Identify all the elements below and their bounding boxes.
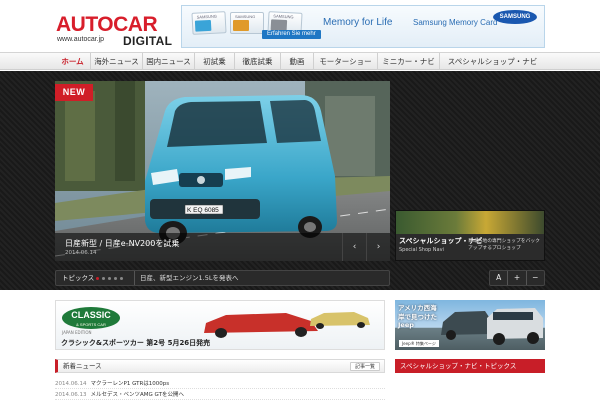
nav-item-road-test[interactable]: 徹底試乗 (235, 53, 281, 70)
slide-prev-button[interactable]: ‹ (342, 233, 366, 261)
jeep-ad-badge: Jeep® 特集ページ (399, 340, 439, 347)
hero-title[interactable]: 日産新型 / 日産e-NV200を試乗 (65, 238, 179, 249)
news-section-title: 新着ニュース (63, 362, 102, 370)
font-decrease-button[interactable]: − (527, 271, 544, 285)
news-section-header: 新着ニュース 記事一覧 (55, 359, 385, 373)
classic-ad-text: クラシック&スポーツカー 第2号 5月26日発売 (61, 339, 211, 347)
special-shop-promo[interactable]: スペシャルショップ・ナビ Special Shop Navi 日本各地の専門ショ… (395, 210, 545, 261)
nav-item-home[interactable]: ホーム (55, 53, 91, 70)
main-nav: ホーム 海外ニュース 国内ニュース 初試乗 徹底試乗 動画 モーターショー ミニ… (0, 52, 600, 70)
nav-item-minicar-navi[interactable]: ミニカー・ナビ (378, 53, 440, 70)
font-reset-button[interactable]: A (490, 271, 509, 285)
site-header: AUTOCAR www.autocar.jp DIGITAL SAMSUNG S… (0, 0, 600, 52)
hero-date: 2014.06.14 (65, 250, 97, 256)
banner-cta-button[interactable]: Erfahren Sie mehr (262, 30, 321, 39)
memory-card-brand: SAMSUNG (235, 14, 256, 19)
banner-headline: Memory for Life (323, 17, 393, 28)
new-badge: NEW (55, 84, 93, 101)
featured-stage: K EQ 6085 NEW 日産新型 / 日産e-NV200を試乗 2014.0… (0, 71, 600, 290)
shop-photo (396, 211, 544, 234)
nav-item-motor-show[interactable]: モーターショー (314, 53, 378, 70)
classic-sportscar-ad[interactable]: CLASSIC & SPORTS CAR JAPAN EDITION クラシック… (55, 300, 385, 350)
license-plate: K EQ 6085 (187, 207, 219, 214)
jeep-ad[interactable]: アメリカ西海岸で見つけたJeep Jeep® 特集ページ (395, 300, 545, 350)
hero-slide[interactable]: K EQ 6085 NEW 日産新型 / 日産e-NV200を試乗 2014.0… (55, 81, 390, 261)
classic-logo-sub: & SPORTS CAR (76, 322, 106, 327)
logo-edition: DIGITAL (123, 34, 173, 48)
logo-wordmark: AUTOCAR (56, 13, 158, 36)
classic-logo: CLASSIC & SPORTS CAR (62, 307, 120, 329)
news-row[interactable]: 2014.06.13 メルセデス・ベンツAMG GTを公開へ (55, 390, 385, 400)
banner-subline: Samsung Memory Card (413, 18, 498, 27)
font-size-controls: A + − (489, 270, 545, 286)
logo-domain: www.autocar.jp (57, 36, 105, 43)
classic-logo-text: CLASSIC (71, 310, 111, 320)
topic-dot[interactable] (102, 277, 105, 280)
shop-topics-title: スペシャルショップ・ナビ・トピックス (400, 362, 517, 370)
news-list-button[interactable]: 記事一覧 (349, 362, 380, 371)
news-date: 2014.06.14 (55, 381, 87, 387)
nav-item-domestic-news[interactable]: 国内ニュース (143, 53, 195, 70)
nav-item-special-shop-navi[interactable]: スペシャルショップ・ナビ (440, 53, 545, 70)
shop-topics-header: スペシャルショップ・ナビ・トピックス (395, 359, 545, 373)
topics-bar: トピックス 日産、新型エンジン1.5Lを発表へ (55, 270, 390, 286)
nav-item-first-drive[interactable]: 初試乗 (195, 53, 235, 70)
site-logo[interactable]: AUTOCAR www.autocar.jp DIGITAL (56, 13, 176, 49)
chevron-left-icon: ‹ (352, 242, 357, 252)
slide-next-button[interactable]: › (366, 233, 390, 261)
memory-card-brand: SAMSUNG (273, 13, 294, 20)
topic-headline[interactable]: 日産、新型エンジン1.5Lを発表へ (134, 271, 238, 285)
memory-card-brand: SAMSUNG (196, 13, 218, 20)
top-ad-banner[interactable]: SAMSUNG SAMSUNG SAMSUNG Erfahren Sie meh… (181, 5, 545, 48)
classic-edition: JAPAN EDITION (62, 330, 92, 335)
jeep-ad-text: アメリカ西海岸で見つけたJeep (398, 304, 437, 329)
topic-dot[interactable] (120, 277, 123, 280)
font-increase-button[interactable]: + (508, 271, 527, 285)
topic-dot[interactable] (108, 277, 111, 280)
nav-item-overseas-news[interactable]: 海外ニュース (91, 53, 143, 70)
promo-subtitle: Special Shop Navi (399, 247, 444, 253)
news-date: 2014.06.13 (55, 392, 87, 398)
chevron-right-icon: › (376, 242, 381, 252)
samsung-logo: SAMSUNG (493, 10, 537, 24)
promo-description: 日本各地の専門ショップをバックアップするプロショップ (468, 239, 540, 251)
nav-item-video[interactable]: 動画 (281, 53, 314, 70)
memory-card-image: SAMSUNG (191, 11, 227, 35)
news-title: マクラーレンP1 GTRは1000ps (90, 381, 170, 387)
hero-caption: 日産新型 / 日産e-NV200を試乗 2014.06.14 ‹ › (55, 233, 390, 261)
topic-dot-active[interactable] (96, 277, 99, 280)
topic-dot[interactable] (114, 277, 117, 280)
memory-card-image: SAMSUNG (230, 12, 264, 34)
topics-label: トピックス (62, 274, 95, 282)
news-title: メルセデス・ベンツAMG GTを公開へ (90, 392, 184, 398)
news-row[interactable]: 2014.06.14 マクラーレンP1 GTRは1000ps (55, 379, 385, 389)
